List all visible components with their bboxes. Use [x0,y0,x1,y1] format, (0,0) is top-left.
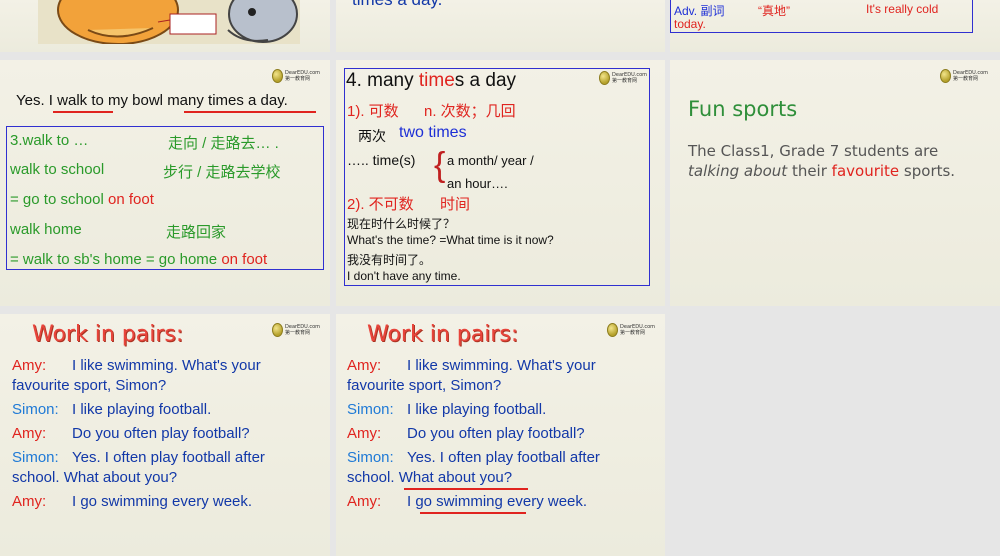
example-4: I don't have any time. [347,269,461,283]
pairs-title: Work in pairs: [32,322,184,347]
logo: DearEDU.com 第一教育网 [272,68,320,84]
slide-top-left [0,0,330,52]
slide-pairs-1: DearEDU.com 第一教育网 Work in pairs: Amy: I l… [0,314,330,556]
walk-row-4-en: walk home [10,221,82,238]
underline-many-times [184,111,316,113]
slide-pairs-2: DearEDU.com 第一教育网 Work in pairs: Amy: I l… [336,314,665,556]
line-s2: Yes. I often play football after [407,449,600,466]
countable-meaning: n. 次数；几回 [424,103,516,120]
walk-row-1-en: 3.walk to … [10,132,89,149]
fun-line-2: talking about their favourite sports. [688,162,956,180]
walk-row-4-cn: 走路回家 [166,224,227,241]
fun-line-1: The Class1, Grade 7 students are [688,142,939,160]
adv-meaning: “真地” [758,4,790,18]
example-3: 我没有时间了。 [347,253,432,267]
uncountable-label: 2). 不可数 [347,196,414,213]
walk-row-1-cn: 走向 / 走路去… . [168,135,279,152]
slide-top-middle: times a day. [336,0,665,52]
brace-line-2: an hour…. [447,176,508,191]
brace-icon: { [434,146,446,184]
logo-ball-icon [940,69,952,83]
top-middle-text: times a day. [352,0,442,10]
twice-en: two times [399,124,467,141]
speaker-amy: Amy: [12,493,47,510]
speaker-amy: Amy: [12,425,47,442]
pairs-title: Work in pairs: [367,322,519,347]
speaker-simon: Simon: [12,449,59,466]
times-dots: ….. time(s) [347,152,416,168]
logo: DearEDU.com 第一教育网 [272,322,320,338]
fun-sports-title: Fun sports [688,97,798,121]
line-s1: I like playing football. [72,401,212,418]
line-a2: Do you often play football? [407,425,585,442]
speaker-simon: Simon: [347,449,394,466]
walk-row-3: = go to school on foot [10,191,154,208]
line-a1b: favourite sport, Simon? [347,377,502,394]
underline-walk-to [53,111,113,113]
slide-walk-to: DearEDU.com 第一教育网 Yes. I walk to my bowl … [0,60,330,306]
walk-row-2-en: walk to school [10,161,105,178]
brace-line-1: a month/ year / [447,153,534,168]
example-2: What's the time? =What time is it now? [347,233,554,247]
walk-sentence: Yes. I walk to my bowl many times a day. [16,92,288,109]
speaker-simon: Simon: [347,401,394,418]
speaker-amy: Amy: [347,493,382,510]
speaker-amy: Amy: [12,357,47,374]
logo-ball-icon [272,69,284,83]
twice-cn: 两次 [358,128,386,144]
line-s2b: school. What about you? [347,469,513,486]
logo-ball-icon [272,323,284,337]
line-a3: I go swimming every week. [72,493,253,510]
logo-ball-icon [607,323,619,337]
line-a1: I like swimming. What's your [72,357,261,374]
underline-go-swimming [420,512,526,514]
line-s2b: school. What about you? [12,469,178,486]
times-heading: 4. many times a day [346,70,517,91]
slide-top-right: Adv. 副词 “真地” It's really cold today. [670,0,1000,52]
line-a3: I go swimming every week. [407,493,588,510]
uncountable-meaning: 时间 [440,196,471,213]
underline-what-about-you [404,488,528,490]
line-s1: I like playing football. [407,401,547,418]
speaker-amy: Amy: [347,425,382,442]
walk-row-2-cn: 步行 / 走路去学校 [163,164,281,181]
countable-label: 1). 可数 [347,103,399,120]
logo: DearEDU.com 第一教育网 [940,68,988,84]
adv-example-2: today. [674,17,706,31]
logo: DearEDU.com 第一教育网 [607,322,655,338]
logo-ball-icon [599,71,611,85]
logo: DearEDU.com 第一教育网 [599,70,647,86]
line-a2: Do you often play football? [72,425,250,442]
speaker-amy: Amy: [347,357,382,374]
example-1: 现在时什么时候了？ [347,217,456,231]
cartoon-image [38,0,300,44]
walk-row-5: = walk to sb's home = go home on foot [10,251,268,268]
line-a1: I like swimming. What's your [407,357,596,374]
line-a1b: favourite sport, Simon? [12,377,167,394]
slide-many-times: DearEDU.com 第一教育网 4. many times a day 1).… [336,60,665,306]
slide-fun-sports: DearEDU.com 第一教育网 Fun sports The Class1, … [670,60,1000,306]
line-s2: Yes. I often play football after [72,449,265,466]
speaker-simon: Simon: [12,401,59,418]
adv-example: It's really cold [866,2,939,16]
